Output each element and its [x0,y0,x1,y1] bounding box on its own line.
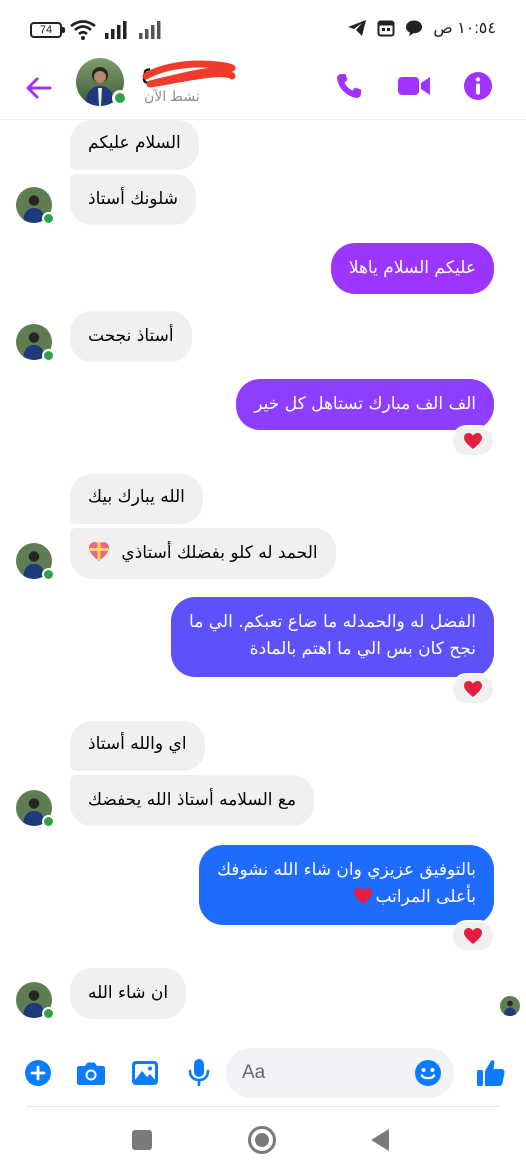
signal-icon [105,21,127,39]
audio-call-button[interactable] [329,66,369,106]
camera-icon [77,1062,105,1085]
incoming-message[interactable]: ان شاء الله [70,968,187,1019]
chat-bubble-icon [406,20,423,36]
online-indicator [42,815,55,828]
home-button[interactable] [242,1120,282,1160]
sender-avatar[interactable] [16,982,55,1020]
back-icon [371,1129,389,1151]
system-navigation-bar [0,1110,526,1169]
incoming-message[interactable]: الحمد له كلو بفضلك أستاذي [70,528,336,579]
online-indicator [112,90,128,106]
heart-icon [464,928,482,944]
outgoing-message[interactable]: عليكم السلام ياهلا [330,243,494,294]
phone-icon [337,74,361,98]
message-text: الله يبارك بيك [88,487,185,507]
gallery-icon [132,1061,158,1085]
message-text-line: بأعلى المراتب [217,884,476,911]
recents-icon [132,1130,152,1150]
active-status: نشط الآن [144,88,200,104]
incoming-message[interactable]: شلونك أستاذ [70,174,196,225]
message-text-line: بالتوفيق عزيزي وان شاء الله نشوفك [216,860,476,880]
status-bar: 74 ١٠:٥٤ ص [0,0,526,58]
incoming-message[interactable]: الله يبارك بيك [70,474,203,524]
sender-avatar[interactable] [16,790,55,828]
back-arrow-icon [26,77,52,99]
battery-indicator: 74 [30,22,65,38]
like-button[interactable] [474,1056,508,1090]
outgoing-message[interactable]: الفضل له والحمدله ما ضاع تعبكم. الي ما ن… [171,597,494,677]
telegram-icon [348,20,367,36]
incoming-message[interactable]: مع السلامه أستاذ الله يحفضك [70,775,315,826]
seen-receipt-avatar [500,996,520,1016]
system-back-button[interactable] [360,1120,400,1160]
online-indicator [42,568,55,581]
status-notifications: ١٠:٥٤ ص [347,18,496,38]
message-text: ان شاء الله [88,983,169,1003]
plus-icon [25,1060,51,1086]
message-text: مع السلامه أستاذ الله يحفضك [88,790,297,810]
message-text-line: الفضل له والحمدله ما ضاع تعبكم. الي ما [189,612,476,632]
back-button[interactable] [20,70,56,106]
battery-level: 74 [39,24,53,36]
divider [26,1106,500,1107]
camera-button[interactable] [74,1056,108,1090]
video-camera-icon [398,77,430,95]
home-icon [248,1126,276,1154]
video-call-button[interactable] [394,66,434,106]
online-indicator [42,212,55,225]
gallery-button[interactable] [128,1056,162,1090]
more-actions-button[interactable] [21,1056,55,1090]
profile-photo [500,996,520,1016]
message-text: شلونك أستاذ [88,189,178,209]
message-reaction[interactable] [451,920,495,952]
status-indicators: 74 [30,20,164,40]
message-text: عليكم السلام ياهلا [348,258,476,278]
like-icon [477,1060,505,1086]
heart-icon [464,433,482,449]
message-text: اي والله أستاذ [88,734,187,754]
sender-avatar[interactable] [16,543,55,581]
sender-avatar[interactable] [16,324,55,362]
message-input-container[interactable] [226,1048,454,1098]
status-time: ١٠:٥٤ ص [433,20,496,37]
emoji-icon [415,1060,441,1086]
signal-icon-secondary [139,21,161,39]
message-text: أستاذ نجحت [88,326,174,346]
message-reaction[interactable] [451,425,495,457]
conversation-info-button[interactable] [458,66,498,106]
outgoing-message[interactable]: الف الف مبارك تستاهل كل خير [236,379,494,430]
message-input[interactable] [226,1048,396,1098]
conversation-header: ع نشط الآن [0,58,526,120]
message-text-line: نجح كان بس الي ما اهتم بالمادة [249,639,476,659]
voice-message-button[interactable] [182,1056,216,1090]
wifi-icon [70,20,96,40]
calendar-icon [377,20,395,37]
incoming-message[interactable]: اي والله أستاذ [70,721,205,771]
heart-icon [464,681,482,697]
microphone-icon [188,1059,210,1086]
redaction-scribble [142,60,236,88]
contact-avatar[interactable] [76,58,128,108]
message-composer [0,1044,526,1102]
online-indicator [42,1007,55,1020]
info-icon [464,72,492,100]
sender-avatar[interactable] [16,187,55,225]
message-text: الف الف مبارك تستاهل كل خير [254,394,476,414]
message-text: الحمد له كلو بفضلك أستاذي [121,543,318,563]
outgoing-message[interactable]: بالتوفيق عزيزي وان شاء الله نشوفك بأعلى … [198,845,494,925]
incoming-message[interactable]: السلام عليكم [70,120,199,170]
online-indicator [42,349,55,362]
heart-gift-icon [89,542,109,561]
message-text: السلام عليكم [88,133,181,153]
recents-button[interactable] [122,1120,162,1160]
incoming-message[interactable]: أستاذ نجحت [70,311,192,362]
red-heart-icon [354,888,373,904]
message-reaction[interactable] [451,673,495,705]
emoji-button[interactable] [412,1057,444,1089]
